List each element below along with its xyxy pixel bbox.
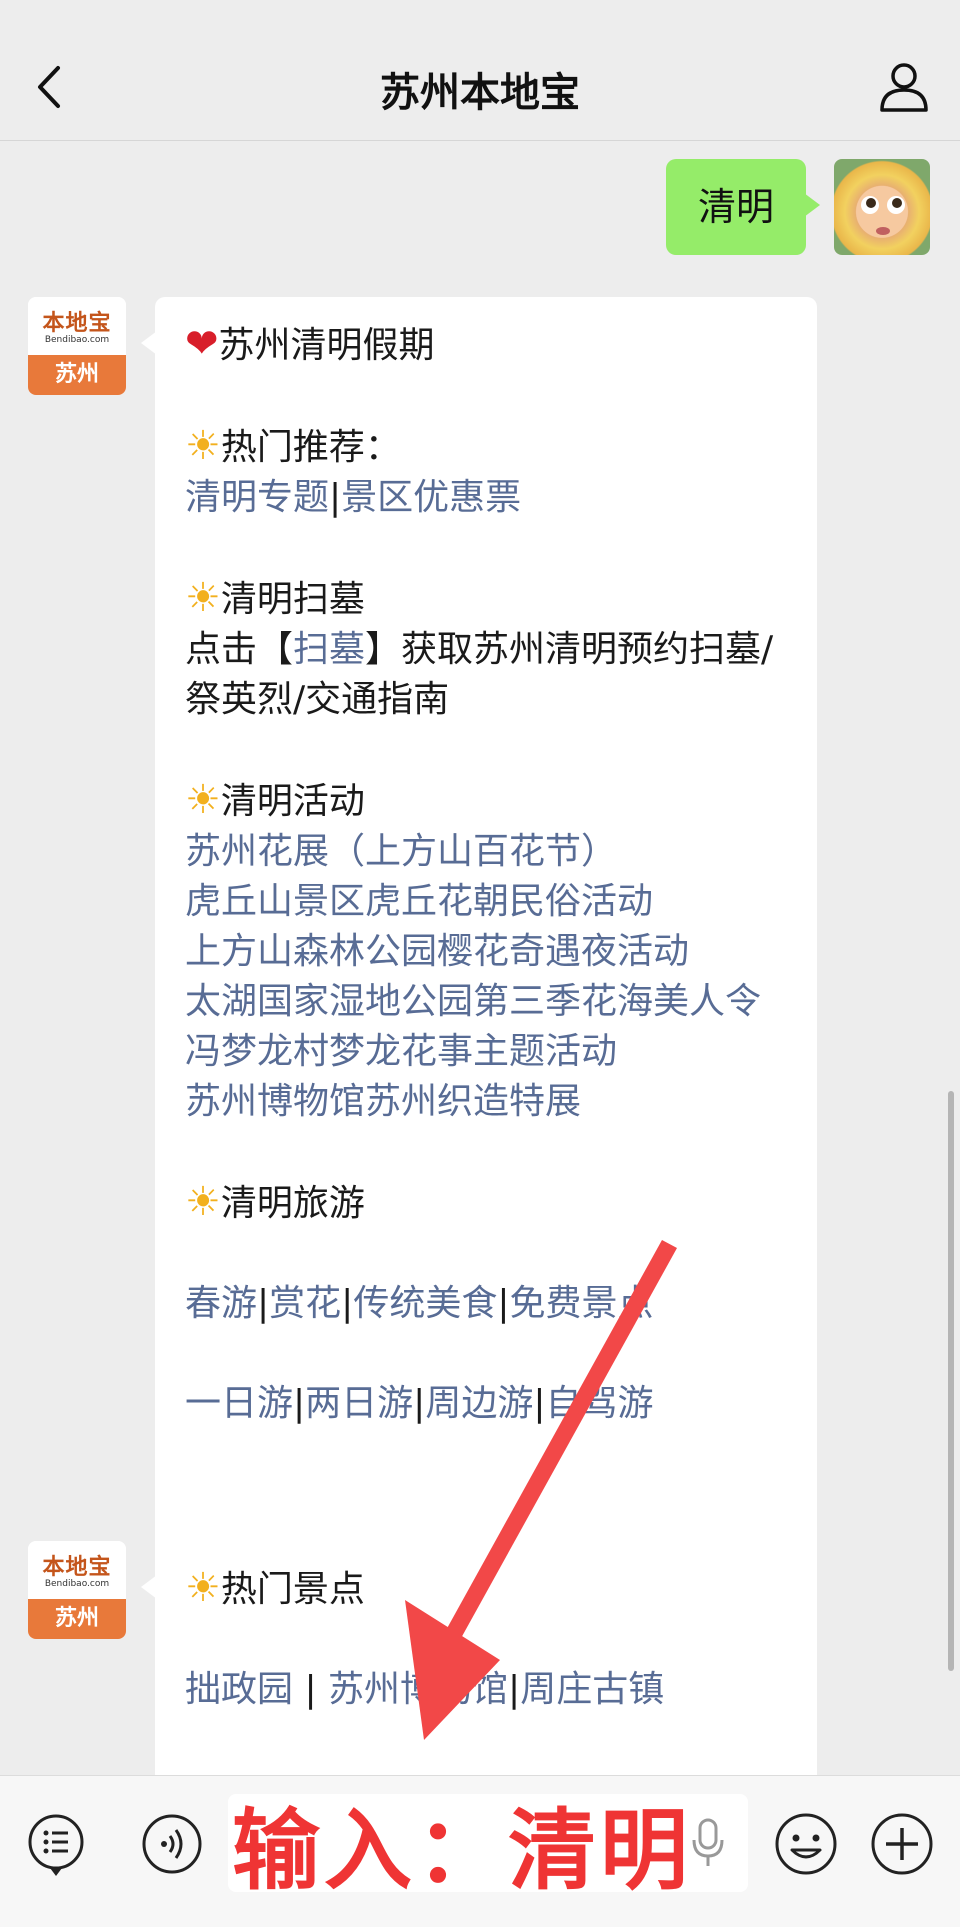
link-discount-tickets[interactable]: 景区优惠票	[341, 477, 521, 518]
link-activity[interactable]: 太湖国家湿地公园第三季花海美人令	[185, 977, 793, 1027]
section-activity-title: 清明活动	[220, 781, 365, 822]
link-activity[interactable]: 上方山森林公园樱花奇遇夜活动	[185, 927, 793, 977]
sun-icon: ☀	[185, 1565, 221, 1611]
microphone-icon[interactable]	[690, 1816, 726, 1870]
tomb-text-pre: 点击【	[185, 629, 294, 670]
avatar-brand: 本地宝	[42, 311, 112, 336]
link-zhuozheng-garden[interactable]: 拙政园	[185, 1669, 293, 1710]
link-nearby[interactable]: 周边游	[425, 1383, 533, 1424]
avatar-city: 苏州	[28, 1599, 126, 1639]
heart-icon: ❤	[185, 321, 219, 367]
bot-message-bubble: ❤苏州清明假期 ☀热门推荐： 清明专题|景区优惠票 ☀清明扫墓 点击【扫墓】获取…	[141, 297, 817, 1643]
user-message-bubble[interactable]: 清明	[666, 159, 820, 255]
add-more-icon[interactable]	[868, 1810, 936, 1878]
link-spring-tour[interactable]: 春游	[185, 1283, 257, 1324]
link-food[interactable]: 传统美食	[353, 1283, 497, 1324]
menu-list-icon[interactable]	[26, 1812, 86, 1878]
link-activity[interactable]: 苏州博物馆苏州织造特展	[185, 1077, 793, 1127]
link-activity[interactable]: 虎丘山景区虎丘花朝民俗活动	[185, 877, 793, 927]
bot-message-bubble: ☀热门景点 拙政园 | 苏州博物馆|周庄古镇	[141, 1541, 817, 1775]
emoji-icon[interactable]	[772, 1810, 840, 1878]
top-bar: 苏州本地宝	[0, 0, 960, 141]
avatar-face-icon	[861, 196, 905, 235]
link-tomb-sweeping[interactable]: 扫墓	[293, 629, 365, 670]
sun-icon: ☀	[185, 1179, 221, 1225]
profile-icon[interactable]	[876, 58, 932, 114]
avatar-brand: 本地宝	[42, 1555, 112, 1580]
section-travel-title: 清明旅游	[220, 1183, 365, 1224]
annotation-text: 输入：清明	[232, 1799, 693, 1902]
avatar-city: 苏州	[28, 355, 126, 395]
link-flowers[interactable]: 赏花	[269, 1283, 341, 1324]
message-title: 苏州清明假期	[218, 325, 435, 366]
chat-area[interactable]: 清明 本地宝 Bendibao.com 苏州 ❤苏州清明假期 ☀热门推荐： 清明…	[0, 141, 960, 1775]
chat-title: 苏州本地宝	[380, 70, 580, 116]
link-suzhou-museum[interactable]: 苏州博物馆	[328, 1669, 508, 1710]
section-hot-title: 热门推荐：	[220, 427, 401, 468]
link-one-day[interactable]: 一日游	[185, 1383, 293, 1424]
section-spots-title: 热门景点	[220, 1569, 365, 1610]
sun-icon: ☀	[185, 423, 221, 469]
sun-icon: ☀	[185, 777, 221, 823]
sun-icon: ☀	[185, 575, 221, 621]
link-qingming-topic[interactable]: 清明专题	[185, 477, 329, 518]
link-activity[interactable]: 冯梦龙村梦龙花事主题活动	[185, 1027, 793, 1077]
link-activity[interactable]: 苏州花展（上方山百花节）	[185, 827, 793, 877]
link-zhouzhuang[interactable]: 周庄古镇	[520, 1669, 664, 1710]
section-tomb-title: 清明扫墓	[220, 579, 365, 620]
bot-avatar[interactable]: 本地宝 Bendibao.com 苏州	[28, 297, 126, 395]
scrollbar[interactable]	[948, 1091, 954, 1671]
link-free-spots[interactable]: 免费景点	[509, 1283, 653, 1324]
link-self-drive[interactable]: 自驾游	[545, 1383, 653, 1424]
bot-avatar[interactable]: 本地宝 Bendibao.com 苏州	[28, 1541, 126, 1639]
link-two-day[interactable]: 两日游	[305, 1383, 413, 1424]
voice-mode-icon[interactable]	[140, 1812, 204, 1876]
user-avatar[interactable]	[834, 159, 930, 255]
